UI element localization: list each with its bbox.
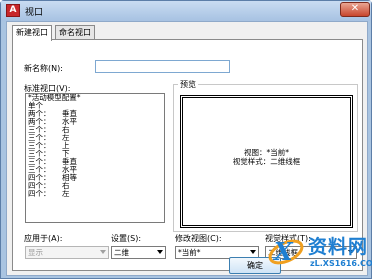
close-button[interactable]: ✕	[340, 2, 370, 17]
setup-label: 设置(S):	[111, 234, 142, 243]
change-view-value: *当前*	[178, 248, 201, 257]
chevron-down-icon	[100, 250, 106, 254]
watermark-logo-icon: X	[268, 237, 304, 266]
viewport-list-item[interactable]: 四个： 左	[26, 190, 164, 198]
standard-viewports-list[interactable]: *活动模型配置* 单个 两个： 垂直 两个： 水平 三个：右三个：左三个：上三个：下三个：垂…	[25, 93, 165, 223]
viewport-item-name: 四个：	[28, 189, 51, 198]
viewport-dialog: A 视口 ✕ 新建视口 命名视口 新名称(N): 标准视口(V): *活动模型配…	[0, 0, 372, 279]
preview-visual-style-text: 视觉样式：二维线框	[232, 157, 301, 166]
svg-text:X: X	[272, 237, 294, 266]
viewport-list-item[interactable]: *活动模型配置*	[26, 94, 164, 102]
site-watermark: X 资料网 zL.XS1616.COM	[266, 226, 372, 278]
viewport-item-desc: 左	[62, 189, 70, 198]
watermark-title: 资料网	[308, 236, 369, 258]
window-title: 视口	[25, 8, 44, 18]
chevron-down-icon	[250, 250, 256, 254]
change-view-label: 修改视图(C):	[175, 234, 222, 243]
apply-to-value: 显示	[28, 248, 43, 257]
watermark-url: zL.XS1616.COM	[310, 259, 372, 268]
setup-value: 二维	[114, 248, 129, 257]
preview-frame: 视图：*当前* 视觉样式：二维线框	[180, 95, 353, 228]
apply-to-label: 应用于(A):	[24, 234, 63, 243]
setup-select[interactable]: 二维	[111, 246, 166, 259]
apply-to-select: 显示	[25, 246, 109, 259]
preview-view-text: 视图：*当前*	[244, 148, 289, 157]
new-name-label: 新名称(N):	[24, 64, 63, 73]
tab-new-viewports[interactable]: 新建视口	[12, 25, 52, 41]
preview-group: 预览 视图：*当前* 视觉样式：二维线框	[173, 79, 358, 232]
new-name-input[interactable]	[95, 60, 230, 73]
autocad-app-icon: A	[6, 4, 20, 17]
tab-named-viewports[interactable]: 命名视口	[55, 25, 95, 40]
chevron-down-icon	[157, 250, 163, 254]
title-bar[interactable]: A 视口 ✕	[1, 1, 371, 21]
preview-label: 预览	[178, 79, 198, 90]
